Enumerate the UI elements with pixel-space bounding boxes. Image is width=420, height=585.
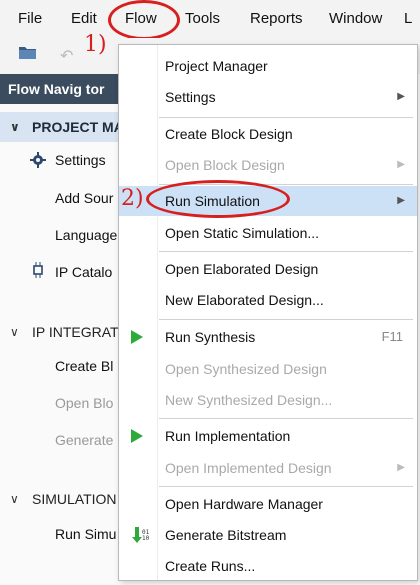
menu-item-settings[interactable]: Settings ▶ [119, 82, 417, 112]
nav-item-open-block[interactable]: Open Blo [55, 395, 113, 411]
section-simulation[interactable]: ∨ SIMULATION [0, 484, 118, 514]
submenu-arrow-icon: ▶ [397, 159, 405, 170]
menu-separator [159, 486, 413, 487]
menu-item-open-static-simulation[interactable]: Open Static Simulation... [119, 218, 417, 248]
section-label: IP INTEGRAT [32, 324, 118, 340]
run-play-icon [131, 429, 143, 443]
shortcut-label: F11 [381, 329, 403, 344]
menu-item-label: Create Runs... [165, 558, 256, 574]
nav-item-ip-catalog[interactable]: IP Catalo [55, 264, 112, 280]
menu-window[interactable]: Window [329, 10, 382, 27]
menu-separator [159, 319, 413, 320]
annotation-step-1: 1) [84, 32, 107, 57]
menu-item-generate-bitstream[interactable]: 01 10 Generate Bitstream [119, 520, 417, 550]
annotation-circle-run-simulation [146, 180, 290, 218]
menu-item-run-synthesis[interactable]: Run Synthesis F11 [119, 322, 417, 352]
annotation-step-2: 2) [121, 186, 144, 211]
menu-item-new-elaborated-design[interactable]: New Elaborated Design... [119, 285, 417, 315]
menu-item-label: Open Implemented Design [165, 460, 332, 476]
menu-item-new-synthesized-design[interactable]: New Synthesized Design... [119, 385, 417, 415]
flow-navigator-header: Flow Navig tor [0, 74, 118, 104]
menu-item-create-block-design[interactable]: Create Block Design [119, 119, 417, 149]
menu-item-label: Open Block Design [165, 157, 285, 173]
menu-tools[interactable]: Tools [185, 10, 220, 27]
section-label: PROJECT MA [32, 119, 118, 135]
menu-item-label: New Elaborated Design... [165, 292, 324, 308]
menu-item-label: Settings [165, 89, 216, 105]
menu-item-label: Run Synthesis [165, 329, 256, 345]
menu-item-project-manager[interactable]: Project Manager [119, 51, 417, 81]
ip-chip-icon [33, 262, 43, 278]
menu-separator [159, 251, 413, 252]
nav-item-language[interactable]: Language [55, 227, 117, 243]
menu-item-create-runs[interactable]: Create Runs... [119, 551, 417, 581]
menu-item-open-block-design[interactable]: Open Block Design ▶ [119, 150, 417, 180]
run-play-icon [131, 330, 143, 344]
menu-item-label: Open Synthesized Design [165, 361, 327, 377]
menu-reports[interactable]: Reports [250, 10, 303, 27]
nav-item-settings[interactable]: Settings [55, 152, 106, 168]
submenu-arrow-icon: ▶ [397, 462, 405, 473]
menu-item-open-hardware-manager[interactable]: Open Hardware Manager [119, 489, 417, 519]
gear-icon [30, 152, 46, 168]
submenu-arrow-icon: ▶ [397, 91, 405, 102]
section-ip-integrator[interactable]: ∨ IP INTEGRAT [0, 317, 118, 347]
menu-item-label: Generate Bitstream [165, 527, 287, 543]
flow-navigator: ∨ PROJECT MA Settings Add Sour Language … [0, 104, 118, 585]
nav-item-create-block[interactable]: Create Bl [55, 358, 113, 374]
chevron-down-icon: ∨ [10, 492, 19, 506]
menu-bar: File Edit Flow Tools Reports Window L [0, 0, 420, 38]
menu-item-run-implementation[interactable]: Run Implementation [119, 421, 417, 451]
menu-item-label: Project Manager [165, 58, 268, 74]
nav-item-generate[interactable]: Generate [55, 432, 113, 448]
menu-separator [159, 117, 413, 118]
menu-item-open-synthesized-design[interactable]: Open Synthesized Design [119, 354, 417, 384]
annotation-circle-flow [108, 0, 180, 40]
undo-icon[interactable]: ↶ [60, 46, 73, 66]
section-label: SIMULATION [32, 491, 117, 507]
menu-item-open-implemented-design[interactable]: Open Implemented Design ▶ [119, 453, 417, 483]
menu-item-label: Open Elaborated Design [165, 261, 319, 277]
menu-file[interactable]: File [18, 10, 42, 27]
menu-item-label: Open Hardware Manager [165, 496, 323, 512]
svg-text:10: 10 [142, 535, 149, 542]
menu-item-label: New Synthesized Design... [165, 392, 333, 408]
bitstream-icon: 01 10 [132, 527, 149, 543]
submenu-arrow-icon: ▶ [397, 195, 405, 206]
menu-item-label: Run Implementation [165, 428, 291, 444]
menu-more[interactable]: L [404, 10, 412, 27]
menu-item-label: Create Block Design [165, 126, 293, 142]
nav-item-run-simulation[interactable]: Run Simu [55, 526, 116, 542]
chevron-down-icon: ∨ [10, 120, 20, 134]
menu-item-open-elaborated-design[interactable]: Open Elaborated Design [119, 254, 417, 284]
open-folder-icon[interactable] [18, 44, 38, 60]
menu-edit[interactable]: Edit [71, 10, 97, 27]
flow-menu-dropdown: Project Manager Settings ▶ Create Block … [118, 44, 418, 581]
nav-item-add-sources[interactable]: Add Sour [55, 190, 113, 206]
menu-item-label: Open Static Simulation... [165, 225, 320, 241]
chevron-down-icon: ∨ [10, 325, 19, 339]
section-project-manager[interactable]: ∨ PROJECT MA [0, 112, 118, 142]
menu-separator [159, 418, 413, 419]
